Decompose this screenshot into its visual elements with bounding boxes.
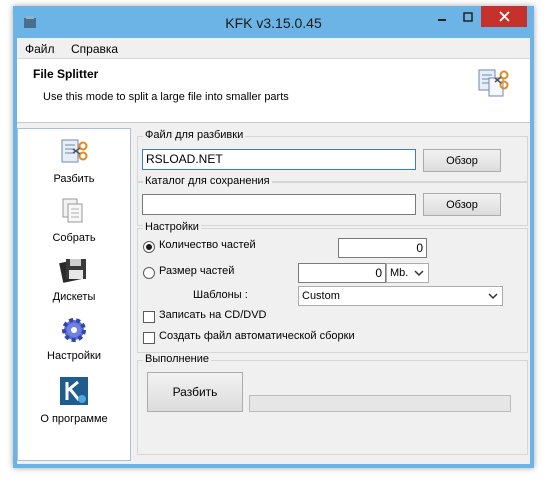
create-autobuild-checkbox[interactable] (143, 332, 155, 344)
save-dir-group: Каталог для сохранения Обзор (137, 175, 528, 226)
menu-bar: Файл Справка (17, 38, 530, 59)
parts-size-label: Размер частей (159, 265, 235, 277)
chevron-down-icon (414, 270, 424, 277)
split-file-browse-button[interactable]: Обзор (423, 149, 501, 172)
split-button[interactable]: Разбить (147, 372, 243, 412)
parts-count-input[interactable]: 0 (338, 238, 427, 258)
floppy-icon (59, 259, 86, 283)
app-window: KFK v3.15.0.45 Файл Справка File Splitte… (13, 6, 534, 468)
mode-header: File Splitter Use this mode to split a l… (17, 59, 530, 123)
sidebar-item-label: О программе (40, 413, 108, 425)
template-select[interactable]: Custom (298, 286, 503, 306)
client-area: Файл Справка File Splitter Use this mode… (17, 38, 530, 464)
minimize-icon (438, 18, 446, 21)
write-cd-checkbox[interactable] (143, 311, 155, 323)
sidebar-item-label: Настройки (47, 350, 101, 362)
sidebar-item-settings[interactable]: Настройки (18, 310, 130, 368)
settings-group: Настройки Количество частей 0 Размер час… (137, 221, 528, 353)
minimize-button[interactable] (429, 6, 455, 27)
scissors-icon (61, 139, 88, 163)
write-cd-label: Записать на CD/DVD (159, 309, 267, 321)
sidebar-item-floppies[interactable]: Дискеты (18, 251, 130, 309)
menu-file[interactable]: Файл (25, 42, 55, 56)
templates-label: Шаблоны : (193, 289, 248, 301)
file-splitter-icon (478, 69, 509, 97)
group-title: Настройки (143, 221, 201, 233)
progress-bar (249, 395, 511, 412)
close-button[interactable] (481, 6, 527, 27)
group-title: Каталог для сохранения (143, 175, 272, 187)
title-bar[interactable]: KFK v3.15.0.45 (13, 6, 534, 38)
parts-count-label: Количество частей (159, 239, 256, 251)
split-file-input[interactable]: RSLOAD.NET (142, 149, 416, 170)
mode-description: Use this mode to split a large file into… (43, 91, 289, 103)
size-unit-select[interactable]: Mb. (386, 263, 429, 283)
group-title: Файл для разбивки (143, 129, 246, 141)
kfk-logo-icon (60, 377, 88, 405)
sidebar-item-join[interactable]: Собрать (18, 192, 130, 250)
sidebar-item-split[interactable]: Разбить (18, 133, 130, 191)
parts-size-radio[interactable] (143, 267, 155, 279)
parts-count-radio[interactable] (143, 241, 155, 253)
execution-group: Выполнение Разбить (137, 353, 528, 455)
size-unit-value: Mb. (390, 267, 409, 279)
menu-help[interactable]: Справка (71, 42, 118, 56)
mode-title: File Splitter (33, 67, 99, 81)
sidebar-item-label: Собрать (52, 232, 96, 244)
save-dir-browse-button[interactable]: Обзор (423, 193, 501, 216)
chevron-down-icon (488, 293, 498, 300)
sidebar-item-about[interactable]: О программе (18, 369, 130, 433)
maximize-icon (463, 11, 473, 22)
save-dir-input[interactable] (142, 194, 416, 215)
template-value: Custom (302, 290, 340, 302)
gear-icon (62, 318, 86, 342)
create-autobuild-label: Создать файл автоматической сборки (159, 330, 355, 342)
close-icon (498, 11, 510, 22)
documents-icon (62, 198, 83, 223)
maximize-button[interactable] (455, 6, 481, 27)
sidebar-item-label: Дискеты (52, 291, 96, 303)
group-title: Выполнение (143, 353, 212, 365)
main-panel: Файл для разбивки RSLOAD.NET Обзор Катал… (137, 128, 528, 461)
mode-sidebar: Разбить Собрать Дискеты Настройки О прог… (17, 128, 131, 461)
sidebar-item-label: Разбить (53, 173, 95, 185)
parts-size-input[interactable]: 0 (298, 263, 386, 283)
